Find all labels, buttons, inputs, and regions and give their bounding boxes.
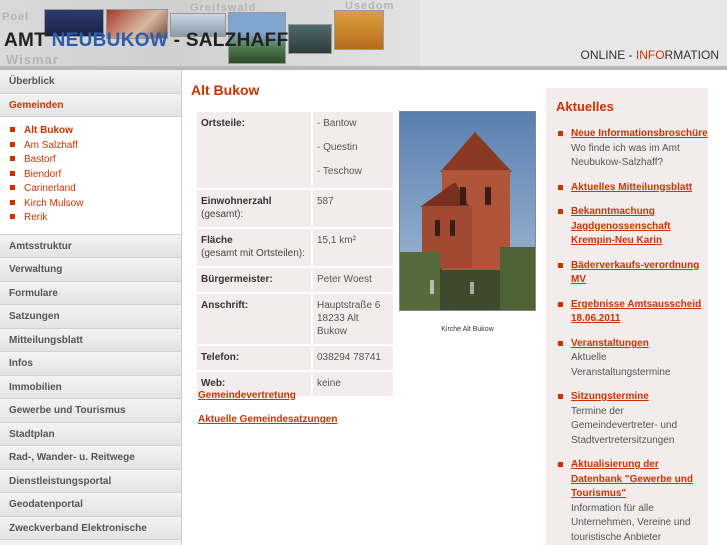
gemeindevertretung-link[interactable]: Gemeindevertretung: [198, 390, 296, 401]
subnav-item-carinerland[interactable]: Carinerland: [10, 182, 181, 197]
news-panel: Aktuelles Neue Informationsbroschüre Wo …: [546, 88, 708, 545]
row-value: Hauptstraße 6 18233 Alt Bukow: [313, 294, 393, 344]
bullet-icon: [10, 185, 15, 190]
church-photo: [399, 111, 536, 311]
bullet-icon: [558, 301, 563, 307]
row-value: - Bantow - Questin - Teschow: [313, 112, 393, 188]
news-description: Aktuelle Veranstaltungstermine: [571, 352, 671, 378]
subnav-item-am-salzhaff[interactable]: Am Salzhaff: [10, 139, 181, 154]
sidebar-item-gewerbe-tourismus[interactable]: Gewerbe und Tourismus: [0, 399, 181, 423]
online-information-label: ONLINE - INFORMATION: [580, 48, 719, 62]
row-value: keine: [313, 372, 393, 396]
subnav-item-alt-bukow[interactable]: Alt Bukow: [10, 124, 181, 139]
subnav-item-biendorf[interactable]: Biendorf: [10, 168, 181, 183]
header-photo: [288, 24, 332, 54]
row-key: Einwohnerzahl (gesamt):: [197, 190, 311, 227]
news-link[interactable]: Ergebnisse Amtsausscheid 18.06.2011: [571, 298, 708, 327]
subnav-item-kirch-mulsow[interactable]: Kirch Mulsow: [10, 197, 181, 212]
row-key: Telefon:: [197, 346, 311, 370]
ortsteil-item: - Questin: [317, 142, 358, 153]
sidebar-item-dienstleistungsportal[interactable]: Dienstleistungsportal: [0, 469, 181, 493]
map-label: Wismar: [6, 52, 59, 67]
main-content: Alt Bukow Ortsteile: - Bantow - Questin …: [191, 70, 541, 545]
news-link[interactable]: Sitzungstermine: [571, 390, 708, 405]
subnav-item-rerik[interactable]: Rerik: [10, 211, 181, 226]
news-link[interactable]: Neue Informationsbroschüre: [571, 127, 708, 142]
news-item: Sitzungstermine Termine der Gemeindevert…: [556, 390, 708, 448]
news-item: Bäderverkaufs-verordnung MV: [556, 259, 708, 288]
municipality-info-table: Ortsteile: - Bantow - Questin - Teschow …: [195, 110, 395, 398]
row-key: Anschrift:: [197, 294, 311, 344]
sidebar-nav: Überblick Gemeinden Alt Bukow Am Salzhaf…: [0, 70, 182, 545]
bullet-icon: [558, 209, 563, 214]
bullet-icon: [10, 156, 15, 161]
bullet-icon: [10, 214, 15, 219]
sidebar-item-satzungen[interactable]: Satzungen: [0, 305, 181, 329]
sidebar-item-stadtplan[interactable]: Stadtplan: [0, 422, 181, 446]
news-item: Bekanntmachung Jagdgenossenschaft Krempi…: [556, 205, 708, 249]
subnav-item-bastorf[interactable]: Bastorf: [10, 153, 181, 168]
ortsteil-item: - Bantow: [317, 118, 357, 129]
news-link[interactable]: Veranstaltungen: [571, 337, 708, 352]
bullet-icon: [558, 184, 563, 190]
bullet-icon: [558, 394, 563, 399]
bullet-icon: [558, 262, 563, 268]
bullet-icon: [558, 131, 563, 136]
news-link[interactable]: Aktualisierung der Datenbank "Gewerbe un…: [571, 458, 708, 502]
news-panel-title: Aktuelles: [556, 99, 614, 114]
table-row: Bürgermeister: Peter Woest: [197, 268, 393, 292]
sidebar-item-gemeinden[interactable]: Gemeinden: [0, 93, 181, 117]
news-link[interactable]: Bäderverkaufs-verordnung MV: [571, 259, 708, 288]
news-link[interactable]: Bekanntmachung Jagdgenossenschaft Krempi…: [571, 205, 708, 249]
row-key: Fläche (gesamt mit Ortsteilen):: [197, 229, 311, 266]
bullet-icon: [10, 127, 15, 132]
news-description: Termine der Gemeindevertreter- und Stadt…: [571, 405, 678, 446]
sidebar-item-zweckverband[interactable]: Zweckverband Elektronische: [0, 516, 181, 540]
table-row: Anschrift: Hauptstraße 6 18233 Alt Bukow: [197, 294, 393, 344]
news-item: Aktuelles Mitteilungsblatt: [556, 181, 708, 196]
sidebar-subnav-gemeinden: Alt Bukow Am Salzhaff Bastorf Biendorf C…: [0, 117, 181, 235]
news-item: Ergebnisse Amtsausscheid 18.06.2011: [556, 298, 708, 327]
row-value: Peter Woest: [313, 268, 393, 292]
sidebar-item-infos[interactable]: Infos: [0, 352, 181, 376]
image-caption: Kirche Alt Bukow: [441, 326, 494, 333]
sidebar-item-amtsstruktur[interactable]: Amtsstruktur: [0, 234, 181, 258]
sidebar-item-ueberblick[interactable]: Überblick: [0, 70, 181, 94]
row-value: 15,1 km²: [313, 229, 393, 266]
sidebar-item-formulare[interactable]: Formulare: [0, 281, 181, 305]
table-row: Fläche (gesamt mit Ortsteilen): 15,1 km²: [197, 229, 393, 266]
sidebar-item-wanderwege[interactable]: Rad-, Wander- u. Reitwege: [0, 446, 181, 470]
news-item: Neue Informationsbroschüre Wo finde ich …: [556, 127, 708, 171]
table-row: Ortsteile: - Bantow - Questin - Teschow: [197, 112, 393, 188]
bullet-icon: [558, 462, 563, 467]
gemeindesatzungen-link[interactable]: Aktuelle Gemeindesatzungen: [198, 414, 337, 425]
bullet-icon: [10, 170, 15, 176]
sidebar-item-verwaltung[interactable]: Verwaltung: [0, 258, 181, 282]
news-description: Information für alle Unternehmen, Verein…: [571, 502, 691, 543]
row-key: Bürgermeister:: [197, 268, 311, 292]
page-title: Alt Bukow: [191, 82, 260, 98]
sidebar-item-geodatenportal[interactable]: Geodatenportal: [0, 493, 181, 517]
news-link[interactable]: Aktuelles Mitteilungsblatt: [571, 181, 708, 196]
row-value: 038294 78741: [313, 346, 393, 370]
page-header: Poel Greifswald Usedom Wismar AMT NEUBUK…: [0, 0, 727, 68]
table-row: Telefon: 038294 78741: [197, 346, 393, 370]
ortsteil-item: - Teschow: [317, 166, 362, 177]
row-key: Ortsteile:: [197, 112, 311, 188]
site-title[interactable]: AMT NEUBUKOW - SALZHAFF: [4, 30, 288, 52]
table-row: Einwohnerzahl (gesamt): 587: [197, 190, 393, 227]
bullet-icon: [10, 199, 15, 205]
map-label: Poel: [2, 11, 30, 23]
news-item: Aktualisierung der Datenbank "Gewerbe un…: [556, 458, 708, 545]
bullet-icon: [10, 141, 15, 147]
sidebar-item-mitteilungsblatt[interactable]: Mitteilungsblatt: [0, 328, 181, 352]
row-value: 587: [313, 190, 393, 227]
news-item: Veranstaltungen Aktuelle Veranstaltungst…: [556, 337, 708, 381]
news-description: Wo finde ich was im Amt Neubukow-Salzhaf…: [571, 142, 680, 169]
header-photo: [334, 10, 384, 50]
bullet-icon: [558, 340, 563, 346]
sidebar-item-immobilien[interactable]: Immobilien: [0, 375, 181, 399]
